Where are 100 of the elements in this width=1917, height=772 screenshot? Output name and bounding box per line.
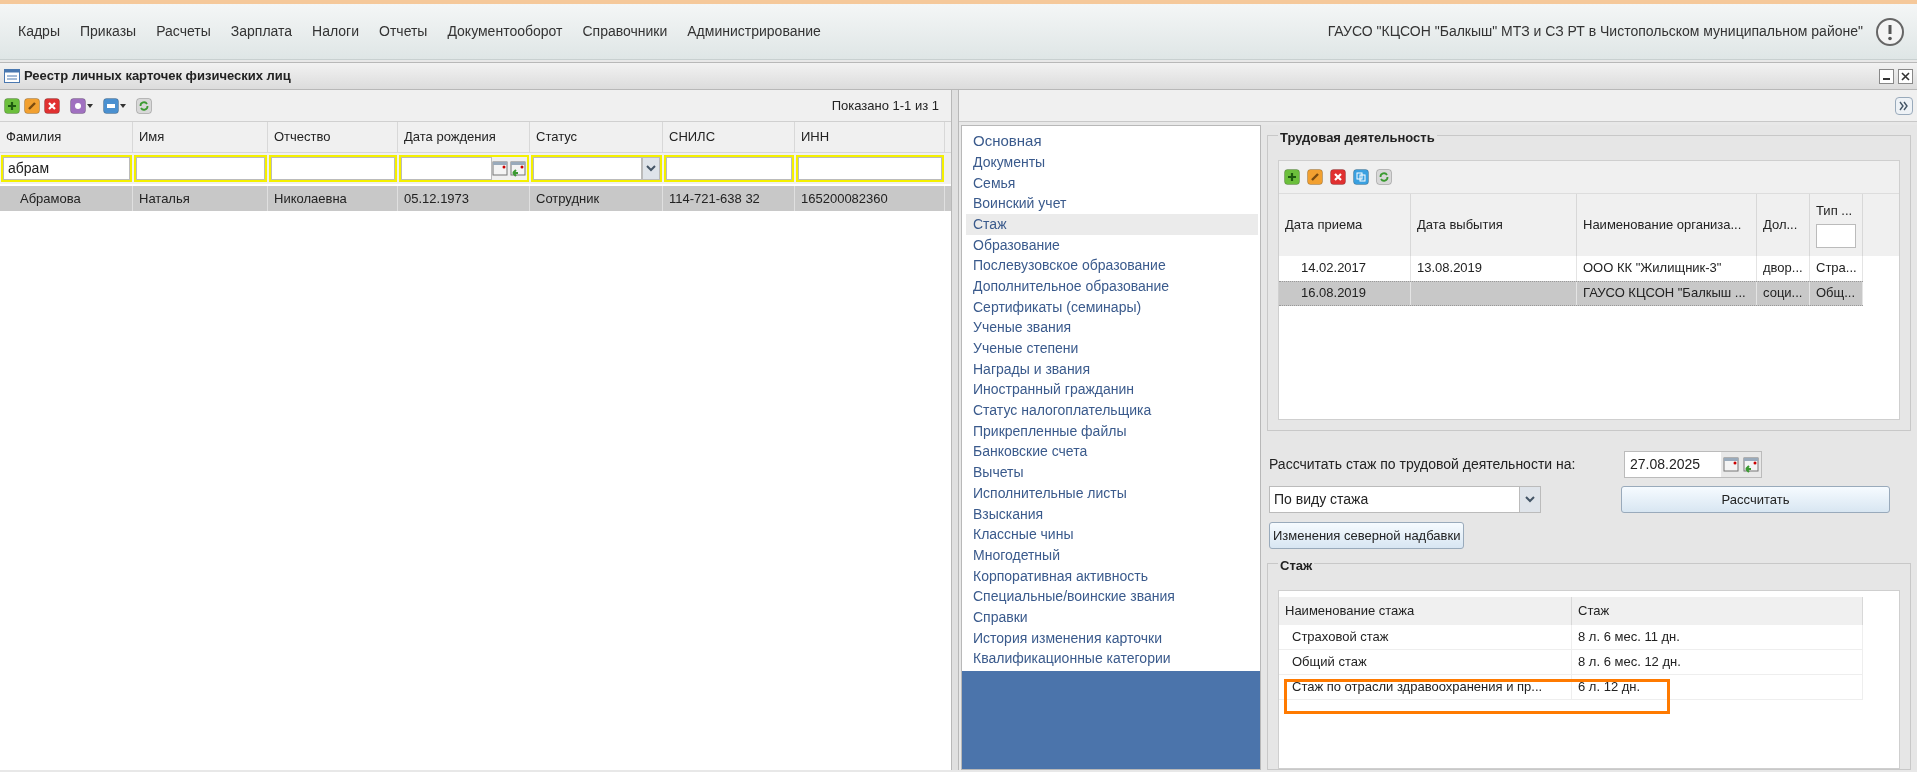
nav-item[interactable]: Образование bbox=[966, 234, 1258, 256]
menu-item[interactable]: Расчеты bbox=[146, 21, 221, 42]
calc-label: Рассчитать стаж по трудовой деятельности на: bbox=[1269, 455, 1577, 474]
nav-item[interactable]: Награды и звания bbox=[966, 358, 1258, 380]
organization-name: ГАУСО "КЦСОН "Балкыш" МТЗ и СЗ РТ в Чистопольском муниципальном районе" bbox=[1327, 22, 1863, 41]
nav-item[interactable]: Послевузовское образование bbox=[966, 255, 1258, 277]
caret-icon bbox=[87, 103, 93, 108]
nav-item[interactable]: Банковские счета bbox=[966, 441, 1258, 463]
menu-item[interactable]: Администрирование bbox=[677, 21, 831, 42]
calendar-icon[interactable] bbox=[492, 160, 509, 177]
menu-item[interactable]: Зарплата bbox=[220, 21, 303, 42]
column-header[interactable]: Стаж bbox=[1578, 600, 1610, 621]
table-row[interactable]: Абрамова Наталья Николаевна 05.12.1973 Сотрудник 114-721-638 32 165200082360 bbox=[0, 186, 951, 211]
nav-item[interactable]: Сертификаты (семинары) bbox=[966, 296, 1258, 318]
nav-item[interactable]: Исполнительные листы bbox=[966, 483, 1258, 504]
table-row[interactable]: Страховой стаж 8 л. 6 мес. 11 дн. bbox=[1279, 624, 1863, 650]
toolbar-button[interactable] bbox=[1307, 168, 1323, 185]
toolbar-button[interactable] bbox=[1330, 168, 1346, 185]
column-header[interactable]: Тип ... bbox=[1816, 200, 1856, 221]
table-cell: 16.08.2019 bbox=[1279, 281, 1411, 305]
delete-icon bbox=[1330, 168, 1346, 185]
alert-icon[interactable] bbox=[1875, 16, 1905, 47]
column-header[interactable]: ИНН bbox=[795, 122, 945, 152]
filter-field[interactable]: абрам bbox=[1, 155, 132, 182]
menu-item[interactable]: Документооборот bbox=[437, 21, 573, 42]
toolbar-button[interactable] bbox=[1284, 168, 1300, 185]
table-cell: 8 л. 6 мес. 12 дн. bbox=[1572, 649, 1863, 674]
chevron-down-icon bbox=[646, 165, 656, 172]
nav-item[interactable]: Ученые степени bbox=[966, 338, 1258, 359]
record-count: Показано 1-1 из 1 bbox=[831, 96, 940, 115]
mode-dropdown[interactable]: По виду стажа bbox=[1269, 486, 1541, 513]
nav-item[interactable]: Ученые звания bbox=[966, 317, 1258, 339]
date-field[interactable]: 27.08.2025 bbox=[1624, 451, 1762, 478]
pencil-icon bbox=[24, 97, 40, 114]
column-header[interactable]: Наименование стажа bbox=[1285, 600, 1415, 621]
filter-field[interactable] bbox=[1816, 224, 1856, 249]
nav-item[interactable]: Статус налогоплательщика bbox=[966, 400, 1258, 421]
nav-item[interactable]: Иностранный гражданин bbox=[966, 379, 1258, 401]
column-header[interactable]: СНИЛС bbox=[663, 122, 795, 152]
north-allowance-button[interactable]: Изменения северной надбавки bbox=[1269, 522, 1465, 549]
double-chevron-icon bbox=[1899, 100, 1909, 111]
nav-item[interactable]: Взыскания bbox=[966, 503, 1258, 525]
menu-item[interactable]: Кадры bbox=[8, 21, 70, 42]
column-header[interactable]: Отчество bbox=[268, 122, 398, 152]
column-header[interactable]: Дата выбытия bbox=[1417, 214, 1570, 235]
nav-item[interactable]: Специальные/воинские звания bbox=[966, 586, 1258, 608]
toolbar-button[interactable] bbox=[103, 97, 126, 114]
column-header[interactable]: Дата рождения bbox=[398, 122, 530, 152]
calendar-icon[interactable] bbox=[1722, 456, 1740, 473]
nav-item[interactable]: Многодетный bbox=[966, 545, 1258, 566]
table-row[interactable]: Общий стаж 8 л. 6 мес. 12 дн. bbox=[1279, 649, 1863, 675]
menu-item[interactable]: Налоги bbox=[302, 21, 370, 42]
table-cell: 05.12.1973 bbox=[398, 186, 530, 211]
table-cell: Николаевна bbox=[268, 186, 398, 211]
expand-button[interactable] bbox=[1895, 96, 1913, 115]
nav-item[interactable]: Семья bbox=[966, 172, 1258, 194]
column-header[interactable]: Имя bbox=[133, 122, 268, 152]
table-cell: 13.08.2019 bbox=[1411, 255, 1577, 281]
nav-item[interactable]: Справки bbox=[966, 607, 1258, 628]
calculate-button[interactable]: Рассчитать bbox=[1621, 486, 1890, 513]
table-cell: двор... bbox=[1757, 255, 1810, 281]
nav-item[interactable]: Документы bbox=[966, 152, 1258, 173]
chevron-down-icon bbox=[1525, 496, 1535, 503]
menu-item[interactable]: Отчеты bbox=[369, 21, 438, 42]
refresh-icon bbox=[1376, 168, 1392, 185]
menu-item[interactable]: Справочники bbox=[572, 21, 678, 42]
table-cell: Стра... bbox=[1810, 255, 1863, 281]
nav-item[interactable]: Классные чины bbox=[966, 524, 1258, 546]
nav-item[interactable]: Воинский учет bbox=[966, 193, 1258, 215]
table-cell: Сотрудник bbox=[530, 186, 663, 211]
add-icon bbox=[1284, 168, 1300, 185]
column-header[interactable]: Фамилия bbox=[0, 122, 133, 152]
minimize-button[interactable] bbox=[1879, 68, 1894, 84]
nav-item[interactable]: Вычеты bbox=[966, 462, 1258, 483]
column-header[interactable]: Дол... bbox=[1763, 214, 1803, 235]
nav-item[interactable]: Основная bbox=[966, 130, 1258, 152]
toolbar-button[interactable] bbox=[44, 97, 60, 114]
table-row[interactable]: 16.08.2019 ГАУСО КЦСОН "Балкыш ... соци... Общ... bbox=[1279, 280, 1863, 306]
toolbar-button[interactable] bbox=[70, 97, 93, 114]
table-cell: ГАУСО КЦСОН "Балкыш ... bbox=[1577, 281, 1757, 305]
toolbar-button[interactable] bbox=[24, 97, 40, 114]
column-header[interactable]: Дата приема bbox=[1285, 214, 1404, 235]
nav-item[interactable]: Корпоративная активность bbox=[966, 565, 1258, 587]
window-title: Реестр личных карточек физических лиц bbox=[24, 67, 291, 86]
nav-item[interactable]: Стаж bbox=[966, 214, 1258, 235]
table-cell: Общ... bbox=[1810, 281, 1863, 305]
toolbar-button[interactable] bbox=[4, 97, 20, 114]
nav-item[interactable]: Прикрепленные файлы bbox=[966, 420, 1258, 442]
column-header[interactable]: Наименование организа... bbox=[1583, 214, 1750, 235]
column-header[interactable]: Статус bbox=[530, 122, 663, 152]
table-cell: соци... bbox=[1757, 281, 1810, 305]
nav-item[interactable]: Квалификационные категории bbox=[966, 648, 1258, 670]
nav-item[interactable]: Дополнительное образование bbox=[966, 276, 1258, 297]
close-button[interactable] bbox=[1898, 68, 1913, 84]
copy-icon bbox=[1353, 168, 1369, 185]
nav-item[interactable]: История изменения карточки bbox=[966, 627, 1258, 649]
table-cell: 165200082360 bbox=[795, 186, 945, 211]
menu-item[interactable]: Приказы bbox=[69, 21, 147, 42]
table-cell: ООО КК "Жилищник-3" bbox=[1577, 255, 1757, 281]
close-icon bbox=[1901, 71, 1910, 81]
